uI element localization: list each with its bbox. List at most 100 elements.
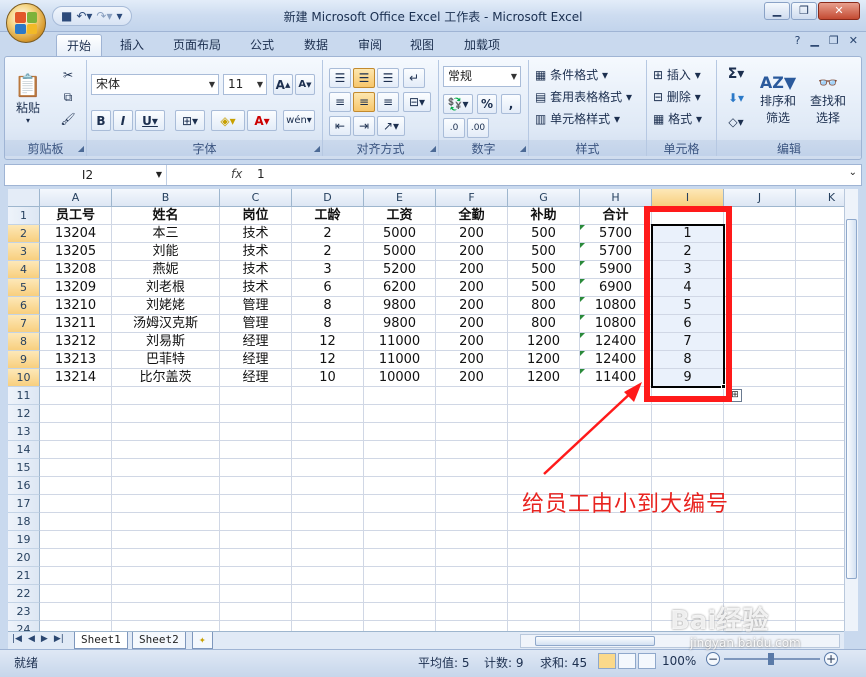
column-header-c[interactable]: C: [220, 189, 292, 207]
cell-f16[interactable]: [436, 477, 508, 495]
last-sheet-icon[interactable]: ▶|: [54, 634, 64, 644]
cell-j14[interactable]: [724, 441, 796, 459]
dialog-launcher-icon[interactable]: ◢: [430, 144, 436, 153]
tab-formulas[interactable]: 公式: [242, 34, 282, 56]
format-cells-button[interactable]: ▦ 格式 ▾: [653, 110, 702, 127]
cell-j2[interactable]: [724, 225, 796, 243]
cell-f13[interactable]: [436, 423, 508, 441]
insert-function-icon[interactable]: fx: [231, 167, 242, 181]
row-header[interactable]: 6: [8, 297, 40, 315]
row-header[interactable]: 9: [8, 351, 40, 369]
cell-e19[interactable]: [364, 531, 436, 549]
row-header[interactable]: 20: [8, 549, 40, 567]
row-header[interactable]: 17: [8, 495, 40, 513]
tab-page-layout[interactable]: 页面布局: [166, 34, 228, 56]
cell-j13[interactable]: [724, 423, 796, 441]
column-header-i[interactable]: I: [652, 189, 724, 207]
cell-d11[interactable]: [292, 387, 364, 405]
cell-c10[interactable]: 经理: [220, 369, 292, 387]
cell-c22[interactable]: [220, 585, 292, 603]
fill-color-icon[interactable]: ◈▾: [211, 110, 245, 131]
cell-a11[interactable]: [40, 387, 112, 405]
row-header[interactable]: 2: [8, 225, 40, 243]
cell-b5[interactable]: 刘老根: [112, 279, 220, 297]
cell-j1[interactable]: [724, 207, 796, 225]
cell-b15[interactable]: [112, 459, 220, 477]
format-as-table-button[interactable]: ▤ 套用表格格式 ▾: [535, 88, 632, 105]
cell-e9[interactable]: 11000: [364, 351, 436, 369]
cell-i20[interactable]: [652, 549, 724, 567]
cell-g4[interactable]: 500: [508, 261, 580, 279]
cell-k2[interactable]: [796, 225, 844, 243]
cell-j19[interactable]: [724, 531, 796, 549]
cell-b11[interactable]: [112, 387, 220, 405]
cell-f8[interactable]: 200: [436, 333, 508, 351]
doc-close-icon[interactable]: ✕: [849, 34, 858, 47]
cell-c6[interactable]: 管理: [220, 297, 292, 315]
cell-h3[interactable]: 5700: [580, 243, 652, 261]
cell-f14[interactable]: [436, 441, 508, 459]
cell-a4[interactable]: 13208: [40, 261, 112, 279]
cell-c7[interactable]: 管理: [220, 315, 292, 333]
cell-d15[interactable]: [292, 459, 364, 477]
row-header[interactable]: 23: [8, 603, 40, 621]
cell-b24[interactable]: [112, 621, 220, 631]
column-header-h[interactable]: H: [580, 189, 652, 207]
cell-a14[interactable]: [40, 441, 112, 459]
cell-j17[interactable]: [724, 495, 796, 513]
bold-button[interactable]: B: [91, 110, 111, 131]
cell-f9[interactable]: 200: [436, 351, 508, 369]
cell-b23[interactable]: [112, 603, 220, 621]
row-header[interactable]: 7: [8, 315, 40, 333]
font-name-select[interactable]: 宋体 ▼: [91, 74, 219, 95]
cell-d16[interactable]: [292, 477, 364, 495]
cell-c12[interactable]: [220, 405, 292, 423]
cell-c5[interactable]: 技术: [220, 279, 292, 297]
cell-k19[interactable]: [796, 531, 844, 549]
cell-f5[interactable]: 200: [436, 279, 508, 297]
cell-d5[interactable]: 6: [292, 279, 364, 297]
cell-a19[interactable]: [40, 531, 112, 549]
sheet-tab-1[interactable]: Sheet1: [74, 632, 128, 649]
vertical-scrollbar[interactable]: [844, 189, 858, 631]
cell-e13[interactable]: [364, 423, 436, 441]
cell-a2[interactable]: 13204: [40, 225, 112, 243]
cell-e8[interactable]: 11000: [364, 333, 436, 351]
format-painter-icon[interactable]: 🖌: [57, 110, 79, 128]
cell-h2[interactable]: 5700: [580, 225, 652, 243]
cell-e20[interactable]: [364, 549, 436, 567]
cell-d8[interactable]: 12: [292, 333, 364, 351]
cell-k7[interactable]: [796, 315, 844, 333]
cell-e14[interactable]: [364, 441, 436, 459]
cell-b13[interactable]: [112, 423, 220, 441]
orientation-icon[interactable]: ↗▾: [377, 116, 405, 136]
cell-h6[interactable]: 10800: [580, 297, 652, 315]
vertical-scroll-thumb[interactable]: [846, 219, 857, 579]
cell-b8[interactable]: 刘易斯: [112, 333, 220, 351]
cell-a16[interactable]: [40, 477, 112, 495]
row-header[interactable]: 16: [8, 477, 40, 495]
cell-b4[interactable]: 燕妮: [112, 261, 220, 279]
maximize-button[interactable]: ❐: [791, 2, 817, 20]
cell-h7[interactable]: 10800: [580, 315, 652, 333]
grow-font-icon[interactable]: A ▲: [273, 74, 293, 95]
row-header[interactable]: 5: [8, 279, 40, 297]
column-header-a[interactable]: A: [40, 189, 112, 207]
cell-c9[interactable]: 经理: [220, 351, 292, 369]
font-size-select[interactable]: 11 ▼: [223, 74, 267, 95]
cell-j4[interactable]: [724, 261, 796, 279]
cell-a7[interactable]: 13211: [40, 315, 112, 333]
cut-icon[interactable]: ✂: [57, 66, 79, 84]
cell-k20[interactable]: [796, 549, 844, 567]
dialog-launcher-icon[interactable]: ◢: [314, 144, 320, 153]
cell-d17[interactable]: [292, 495, 364, 513]
cell-j12[interactable]: [724, 405, 796, 423]
row-header[interactable]: 14: [8, 441, 40, 459]
cell-b12[interactable]: [112, 405, 220, 423]
cell-c18[interactable]: [220, 513, 292, 531]
cell-f7[interactable]: 200: [436, 315, 508, 333]
cell-k14[interactable]: [796, 441, 844, 459]
cell-k21[interactable]: [796, 567, 844, 585]
align-center-icon[interactable]: ≡: [353, 92, 375, 112]
cell-g5[interactable]: 500: [508, 279, 580, 297]
